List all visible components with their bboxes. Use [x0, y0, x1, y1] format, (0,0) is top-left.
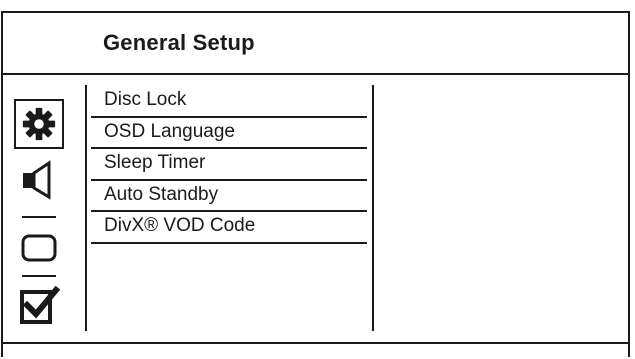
title-bar: General Setup: [3, 13, 628, 75]
speaker-icon: [23, 160, 51, 200]
page-title: General Setup: [103, 30, 255, 55]
menu-item-label: OSD Language: [104, 120, 235, 142]
menu-item-label: Sleep Timer: [104, 152, 206, 173]
menu-item-label: Auto Standby: [104, 183, 219, 205]
menu-item-disc-lock[interactable]: Disc Lock: [91, 86, 367, 118]
sidebar-divider: [22, 216, 56, 218]
setup-menu-window: General Setup Disc Lock OSD Language Sle…: [1, 11, 630, 357]
gear-icon: [22, 107, 56, 141]
menu-item-label: Disc Lock: [104, 89, 187, 110]
column-divider-right: [372, 85, 374, 331]
display-icon: [21, 234, 57, 262]
option-details-pane: [377, 75, 630, 342]
menu-item-osd-language[interactable]: OSD Language: [91, 118, 367, 149]
sidebar-item-general[interactable]: [14, 99, 64, 149]
column-divider-left: [85, 85, 87, 331]
sidebar-item-preference[interactable]: [14, 282, 64, 332]
sidebar-item-audio[interactable]: [14, 155, 64, 205]
menu-item-sleep-timer[interactable]: Sleep Timer: [91, 149, 367, 181]
sidebar-divider: [22, 275, 56, 277]
menu-item-divx-vod-code[interactable]: DivX® VOD Code: [91, 212, 367, 244]
menu-item-auto-standby[interactable]: Auto Standby: [91, 181, 367, 212]
menu-item-label: DivX® VOD Code: [104, 215, 256, 236]
settings-menu-list: Disc Lock OSD Language Sleep Timer Auto …: [91, 86, 367, 244]
category-sidebar: [3, 75, 87, 342]
checkbox-checked-icon: [20, 286, 60, 324]
sidebar-item-video[interactable]: [14, 223, 64, 273]
